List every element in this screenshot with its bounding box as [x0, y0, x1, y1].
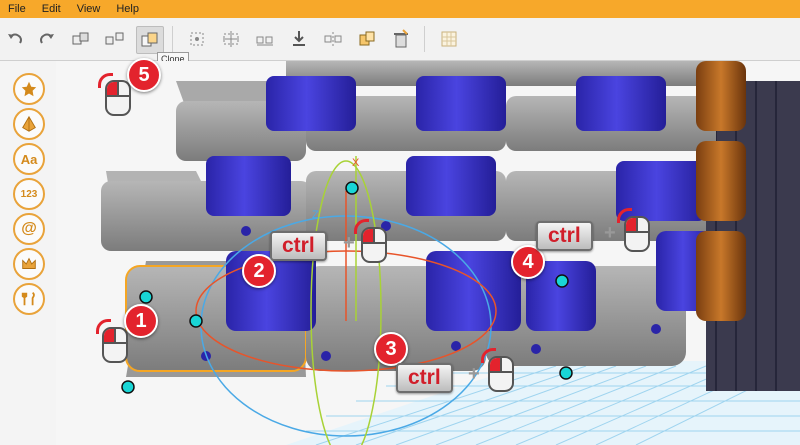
mirror-icon: [324, 32, 342, 46]
drop-to-floor-button[interactable]: [286, 26, 312, 52]
redo-icon: [40, 33, 54, 44]
grid-settings-button[interactable]: [436, 26, 462, 52]
boolean-button[interactable]: [354, 26, 380, 52]
gizmo-z-label: Z: [312, 209, 319, 221]
gizmo-handle: [121, 380, 135, 394]
mouse-click-icon: [105, 80, 131, 116]
clone-button[interactable]: [136, 26, 164, 54]
grid-settings-icon: [441, 31, 457, 47]
menu-file[interactable]: File: [0, 3, 34, 15]
crown-icon: [22, 257, 36, 269]
redo-button[interactable]: [34, 26, 60, 52]
star-icon: [21, 81, 37, 97]
mouse-click-icon: [361, 227, 387, 263]
distribute-icon: [223, 31, 239, 47]
gizmo-x-label: X: [352, 157, 360, 169]
sidebar-item-shapes[interactable]: [13, 108, 45, 140]
group-icon: [72, 32, 89, 45]
track-row-back: [176, 61, 746, 161]
sidebar-item-favorites[interactable]: [13, 73, 45, 105]
undo-button[interactable]: [2, 26, 28, 52]
ungroup-button[interactable]: [102, 26, 128, 52]
3d-viewport[interactable]: X Z 1 2 ctrl + 3 ctrl + 4 ctrl +: [56, 61, 800, 445]
ungroup-icon: [105, 32, 124, 45]
selected-track-row[interactable]: [125, 231, 746, 377]
align-icon: [190, 32, 204, 46]
mirror-button[interactable]: [320, 26, 346, 52]
ctrl-key-icon: ctrl: [536, 221, 593, 251]
menu-bar: File Edit View Help: [0, 0, 800, 18]
sidebar-item-tools[interactable]: [13, 283, 45, 315]
ctrl-key-icon: ctrl: [270, 231, 327, 261]
menu-help[interactable]: Help: [108, 3, 147, 15]
plus-sign: +: [468, 363, 480, 385]
duplicate-array-icon: [256, 36, 273, 46]
gizmo-handle: [345, 181, 359, 195]
toolbar-separator: [424, 26, 425, 52]
clone-icon: [141, 32, 158, 47]
gizmo-handle: [555, 274, 569, 288]
ctrl-key-icon: ctrl: [396, 363, 453, 393]
delete-button[interactable]: [388, 26, 414, 52]
align-button[interactable]: [184, 26, 210, 52]
gizmo-handle: [559, 366, 573, 380]
menu-view[interactable]: View: [69, 3, 109, 15]
left-sidebar: Aa 123 @: [0, 61, 56, 445]
distribute-button[interactable]: [218, 26, 244, 52]
drop-to-floor-icon: [293, 31, 305, 46]
sidebar-item-symbols[interactable]: @: [13, 213, 45, 245]
undo-icon: [8, 33, 22, 44]
plus-sign: +: [343, 232, 355, 254]
sidebar-item-premium[interactable]: [13, 248, 45, 280]
shapes-icon: [22, 115, 36, 132]
sidebar-item-text[interactable]: Aa: [13, 143, 45, 175]
delete-icon: [394, 29, 408, 48]
gizmo-handle: [139, 290, 153, 304]
mouse-click-icon: [488, 356, 514, 392]
gizmo-handle: [189, 314, 203, 328]
sidebar-item-numbers[interactable]: 123: [13, 178, 45, 210]
toolbar: [0, 18, 800, 61]
step-5-callout: 5: [127, 58, 161, 92]
group-button[interactable]: [68, 26, 94, 52]
step-3-callout: 3: [374, 332, 408, 366]
plus-sign: +: [604, 222, 616, 244]
mouse-click-icon: [102, 327, 128, 363]
boolean-icon: [359, 31, 375, 46]
mouse-click-icon: [624, 216, 650, 252]
menu-edit[interactable]: Edit: [34, 3, 69, 15]
duplicate-array-button[interactable]: [252, 26, 278, 52]
toolbar-separator: [172, 26, 173, 52]
step-1-callout: 1: [124, 304, 158, 338]
tools-icon: [21, 291, 35, 306]
